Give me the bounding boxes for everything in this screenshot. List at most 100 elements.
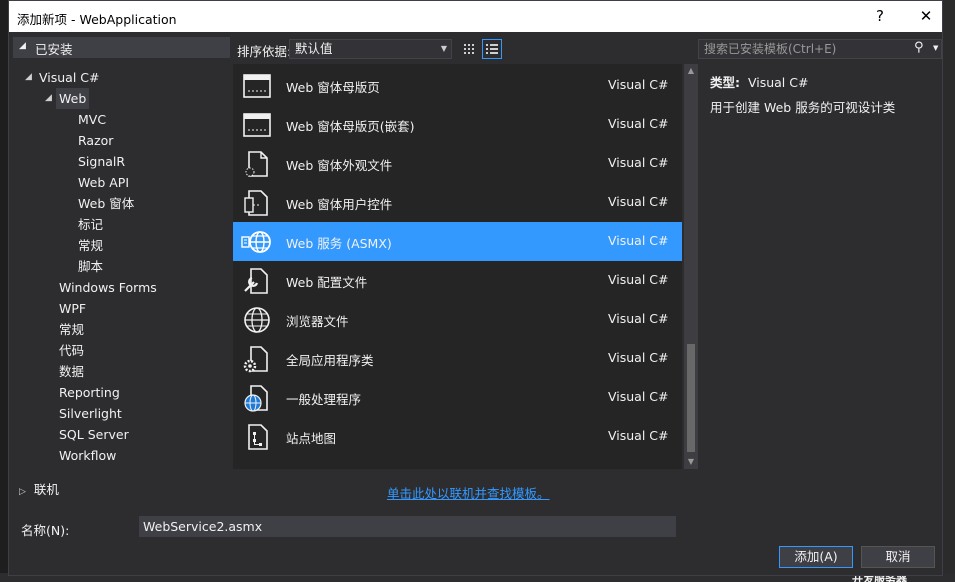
expand-arrow-icon[interactable]: ◢: [25, 67, 32, 88]
tree-item-label: Web: [59, 91, 87, 106]
tree-item[interactable]: Razor: [78, 130, 113, 151]
scroll-thumb[interactable]: [687, 344, 695, 452]
template-name: 浏览器文件: [286, 314, 349, 329]
template-language: Visual C#: [608, 233, 669, 248]
template-language: Visual C#: [608, 428, 669, 443]
small-icons-view-button[interactable]: [459, 39, 479, 59]
scroll-up-icon[interactable]: ▲: [684, 64, 698, 78]
detail-description: 用于创建 Web 服务的可视设计类: [710, 100, 896, 115]
tree-item[interactable]: 标记: [78, 214, 103, 235]
tree-item[interactable]: 常规: [59, 319, 84, 340]
config-file-icon: [241, 265, 273, 297]
user-control-icon: [241, 187, 273, 219]
grid-view-icon: [464, 44, 474, 54]
tree-item-label: 代码: [59, 343, 85, 358]
tree-item-label: SQL Server: [59, 427, 129, 442]
search-options-icon[interactable]: ▼: [933, 44, 938, 52]
generic-handler-icon: [241, 382, 273, 414]
tree-item-label: WPF: [59, 301, 87, 316]
tree-item[interactable]: ◢ Web: [45, 88, 90, 109]
collapsed-arrow-icon: ▷: [19, 487, 26, 497]
tree-item[interactable]: Windows Forms: [59, 277, 157, 298]
tree-item[interactable]: 脚本: [78, 256, 103, 277]
template-row[interactable]: 站点地图 Visual C#: [233, 417, 682, 456]
template-language: Visual C#: [608, 194, 669, 209]
close-button[interactable]: ✕: [911, 5, 941, 27]
expand-arrow-icon[interactable]: ◢: [45, 88, 52, 109]
search-icon[interactable]: ⚲: [914, 40, 924, 55]
online-label: 联机: [33, 482, 59, 497]
tree-item[interactable]: 数据: [59, 361, 84, 382]
list-view-icon: [486, 44, 498, 54]
tree-item[interactable]: SignalR: [78, 151, 125, 172]
list-view-button[interactable]: [482, 39, 502, 59]
tree-item[interactable]: SQL Server: [59, 424, 129, 445]
template-language: Visual C#: [608, 116, 669, 131]
tree-item-label: Web API: [78, 175, 130, 190]
search-box: ⚲ ▼: [698, 39, 942, 59]
global-class-icon: [241, 343, 273, 375]
cancel-button[interactable]: 取消: [861, 546, 935, 568]
template-name: Web 配置文件: [286, 275, 368, 290]
master-page-icon: [241, 70, 273, 102]
tree-item[interactable]: 常规: [78, 235, 103, 256]
name-input[interactable]: [139, 516, 676, 537]
template-language: Visual C#: [608, 77, 669, 92]
tree-item-label: Visual C#: [39, 70, 100, 85]
tree-item-label: 数据: [59, 364, 85, 379]
tree-item-label: Silverlight: [59, 406, 122, 421]
template-row[interactable]: Web 配置文件 Visual C#: [233, 261, 682, 300]
title-bar: 添加新项 - WebApplication ? ✕: [9, 1, 942, 32]
scroll-down-icon[interactable]: ▼: [684, 455, 698, 469]
template-language: Visual C#: [608, 350, 669, 365]
template-row[interactable]: 浏览器文件 Visual C#: [233, 300, 682, 339]
tree-item-label: MVC: [78, 112, 107, 127]
tree-item-label: 脚本: [78, 259, 104, 274]
help-button[interactable]: ?: [865, 5, 895, 27]
detail-type: 类型: Visual C#: [710, 72, 808, 91]
background-editor-left: [0, 0, 8, 582]
template-list-scrollbar[interactable]: ▲ ▼: [684, 64, 698, 469]
template-language: Visual C#: [608, 311, 669, 326]
template-name: Web 窗体外观文件: [286, 158, 393, 173]
tree-item-label: 标记: [78, 217, 104, 232]
online-templates-link[interactable]: 单击此处以联机并查找模板。: [387, 483, 550, 502]
tree-item[interactable]: Reporting: [59, 382, 120, 403]
tree-item[interactable]: WPF: [59, 298, 86, 319]
template-row[interactable]: Web 窗体母版页(嵌套) Visual C#: [233, 105, 682, 144]
tree-item-online[interactable]: ▷ 联机: [19, 479, 59, 498]
add-button[interactable]: 添加(A): [779, 546, 853, 568]
tree-item[interactable]: Web API: [78, 172, 129, 193]
template-row[interactable]: Web 窗体外观文件 Visual C#: [233, 144, 682, 183]
installed-label: 已安装: [35, 42, 73, 57]
installed-header[interactable]: ◢ 已安装: [13, 37, 230, 58]
add-new-item-dialog: 添加新项 - WebApplication ? ✕ ◢ 已安装 ◢ Visual …: [8, 0, 943, 576]
tree-item[interactable]: ◢ Visual C#: [25, 67, 100, 88]
tree-item[interactable]: Silverlight: [59, 403, 122, 424]
template-name: Web 窗体母版页(嵌套): [286, 119, 415, 134]
type-label: 类型:: [710, 75, 740, 90]
tree-item-label: 常规: [59, 322, 85, 337]
type-value: Visual C#: [747, 75, 809, 90]
sort-dropdown[interactable]: 默认值 ▼: [289, 39, 452, 59]
tree-item[interactable]: Web 窗体: [78, 193, 134, 214]
template-row[interactable]: 一般处理程序 Visual C#: [233, 378, 682, 417]
tree-item[interactable]: Workflow: [59, 445, 116, 466]
category-tree: ◢ Visual C# ◢ Web MVC Razor SignalR Web API Web …: [13, 59, 230, 469]
template-row[interactable]: Web 窗体母版页 Visual C#: [233, 66, 682, 105]
template-row[interactable]: Web 服务 (ASMX) Visual C#: [233, 222, 682, 261]
template-name: 全局应用程序类: [286, 353, 374, 368]
tree-item-label: Razor: [78, 133, 114, 148]
template-row[interactable]: 全局应用程序类 Visual C#: [233, 339, 682, 378]
sitemap-icon: [241, 421, 273, 453]
template-language: Visual C#: [608, 155, 669, 170]
tree-item[interactable]: MVC: [78, 109, 106, 130]
template-name: 站点地图: [286, 431, 337, 446]
tree-item[interactable]: 代码: [59, 340, 84, 361]
search-input[interactable]: [704, 41, 909, 57]
browser-file-icon: [241, 304, 273, 336]
tree-item-label: 常规: [78, 238, 104, 253]
sort-value: 默认值: [295, 41, 333, 56]
template-row[interactable]: Web 窗体用户控件 Visual C#: [233, 183, 682, 222]
window-title: 添加新项 - WebApplication: [17, 12, 177, 27]
